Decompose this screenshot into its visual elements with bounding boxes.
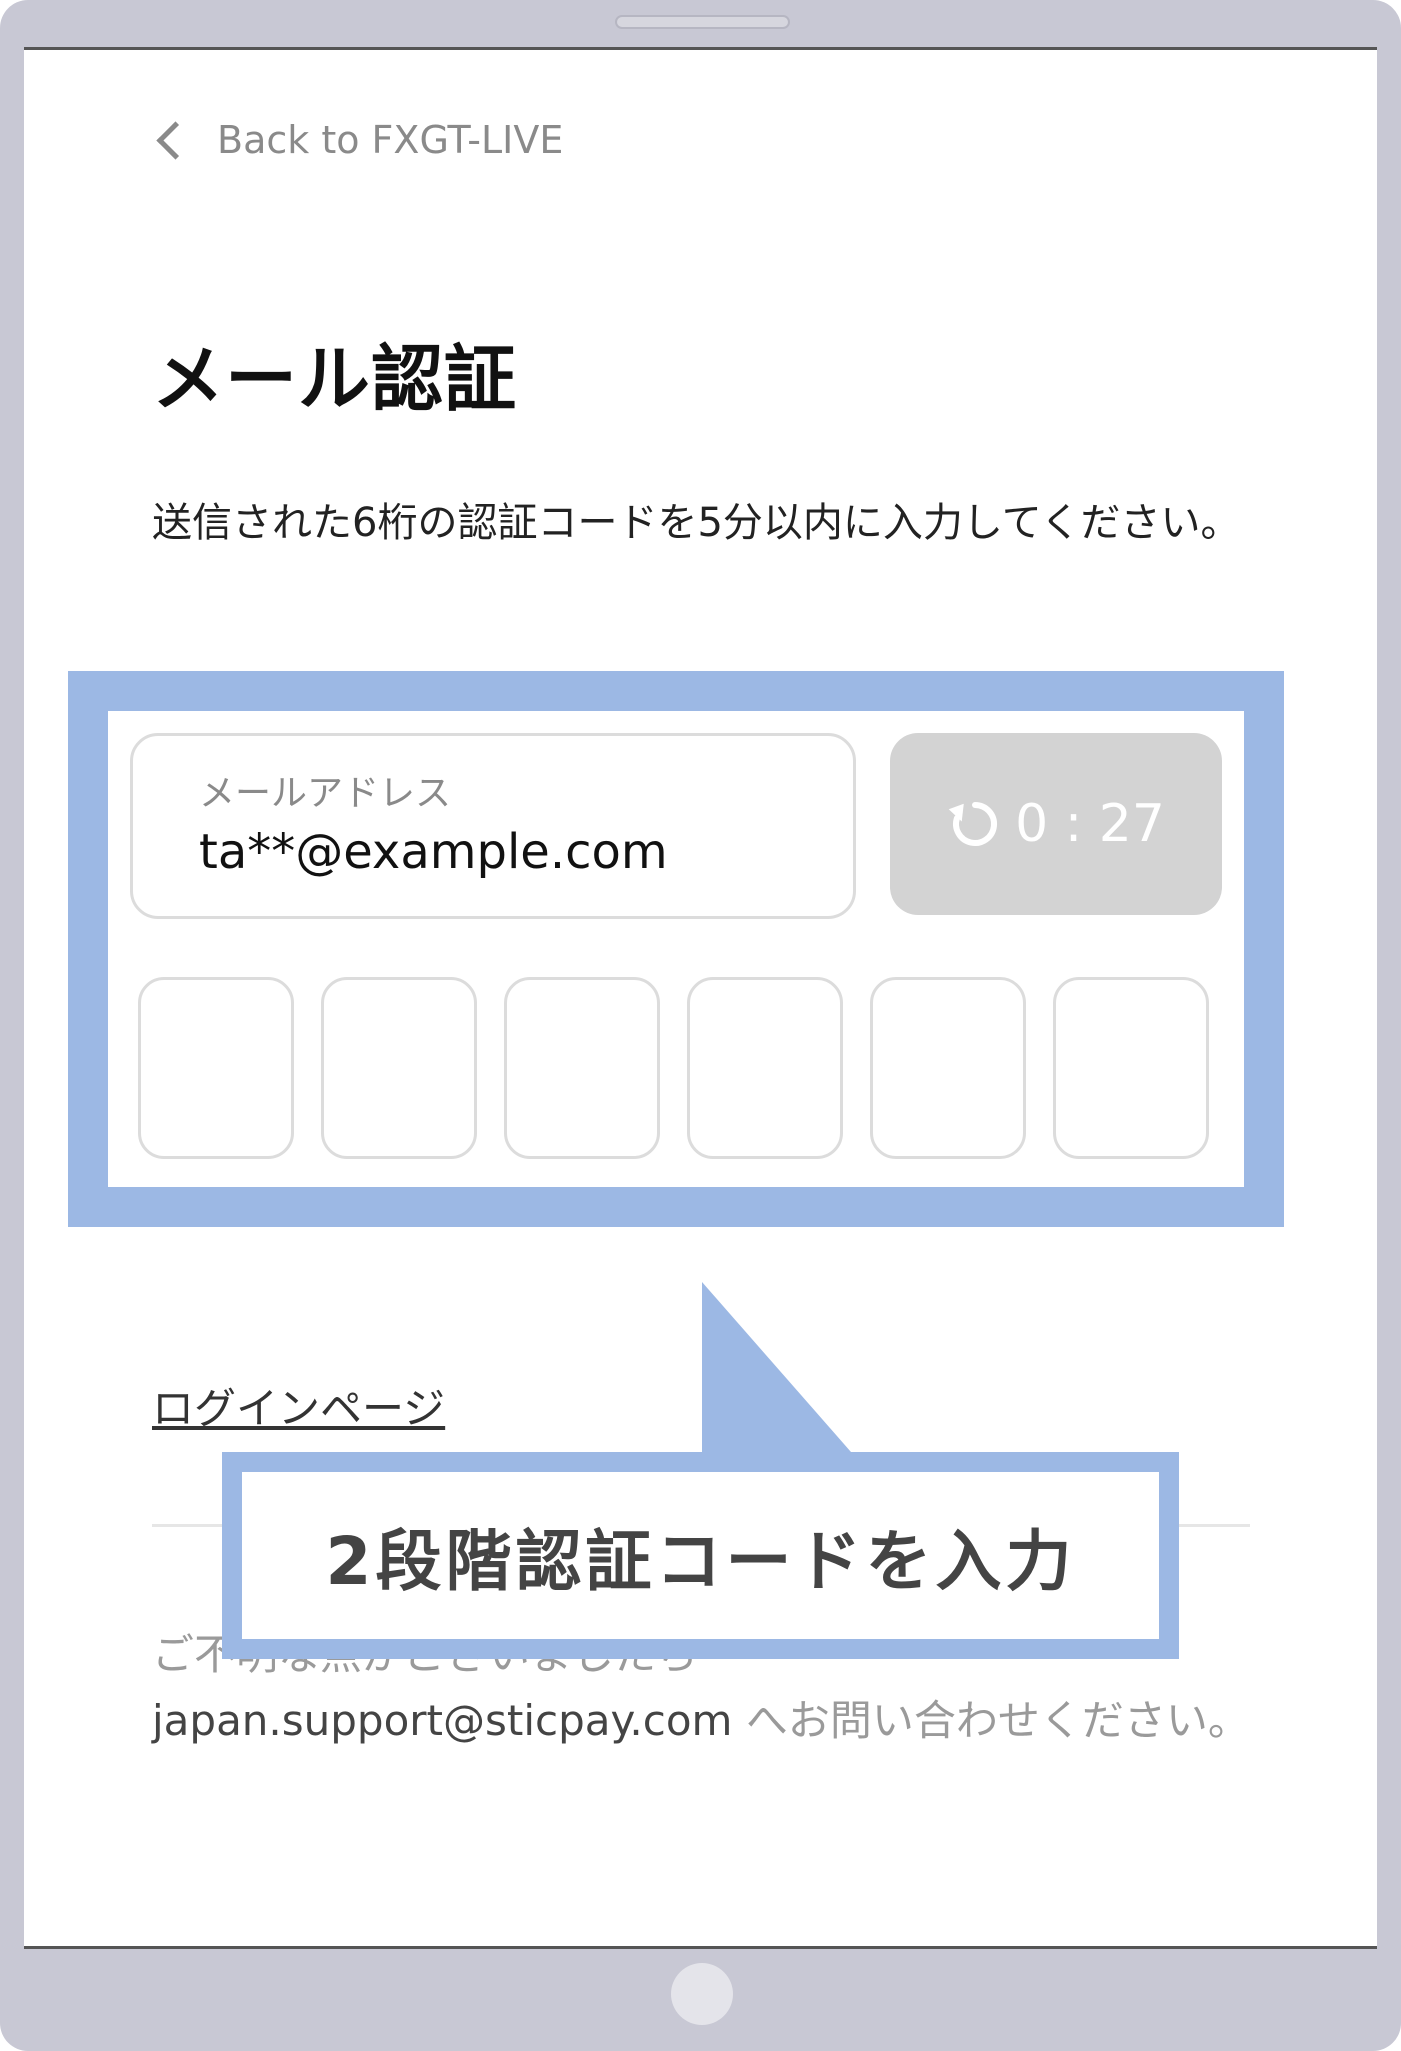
tablet-speaker — [615, 15, 790, 29]
resend-timer: 0 : 27 — [1015, 794, 1165, 854]
callout: 2段階認証コードを入力 — [222, 1452, 1179, 1659]
support-email-link[interactable]: japan.support@sticpay.com — [152, 1696, 732, 1745]
code-digit-1[interactable] — [138, 977, 294, 1159]
code-input-group — [138, 977, 1212, 1159]
support-suffix: へお問い合わせください。 — [745, 1696, 1250, 1745]
tablet-home-button — [671, 1963, 733, 2025]
refresh-icon — [948, 802, 998, 846]
page-description: 送信された6桁の認証コードを5分以内に入力してください。 — [152, 500, 1241, 546]
resend-code-button[interactable]: 0 : 27 — [890, 733, 1222, 915]
code-digit-2[interactable] — [321, 977, 477, 1159]
highlight-frame: メールアドレス ta**@example.com 0 : 27 — [68, 671, 1284, 1227]
tablet-frame: Back to FXGT-LIVE メール認証 送信された6桁の認証コードを5分… — [0, 0, 1401, 2051]
code-digit-5[interactable] — [870, 977, 1026, 1159]
chevron-left-icon — [156, 120, 195, 160]
email-field-label: メールアドレス — [199, 773, 452, 814]
callout-text: 2段階認証コードを入力 — [242, 1472, 1159, 1639]
code-digit-3[interactable] — [504, 977, 660, 1159]
email-field: メールアドレス ta**@example.com — [130, 733, 856, 919]
verification-form: メールアドレス ta**@example.com 0 : 27 — [108, 711, 1244, 1187]
back-link-label: Back to FXGT-LIVE — [217, 118, 564, 162]
back-link[interactable]: Back to FXGT-LIVE — [152, 118, 563, 162]
login-page-link[interactable]: ログインページ — [152, 1375, 445, 1436]
code-digit-4[interactable] — [687, 977, 843, 1159]
page-title: メール認証 — [152, 337, 518, 421]
code-digit-6[interactable] — [1053, 977, 1209, 1159]
email-field-value: ta**@example.com — [199, 824, 668, 880]
